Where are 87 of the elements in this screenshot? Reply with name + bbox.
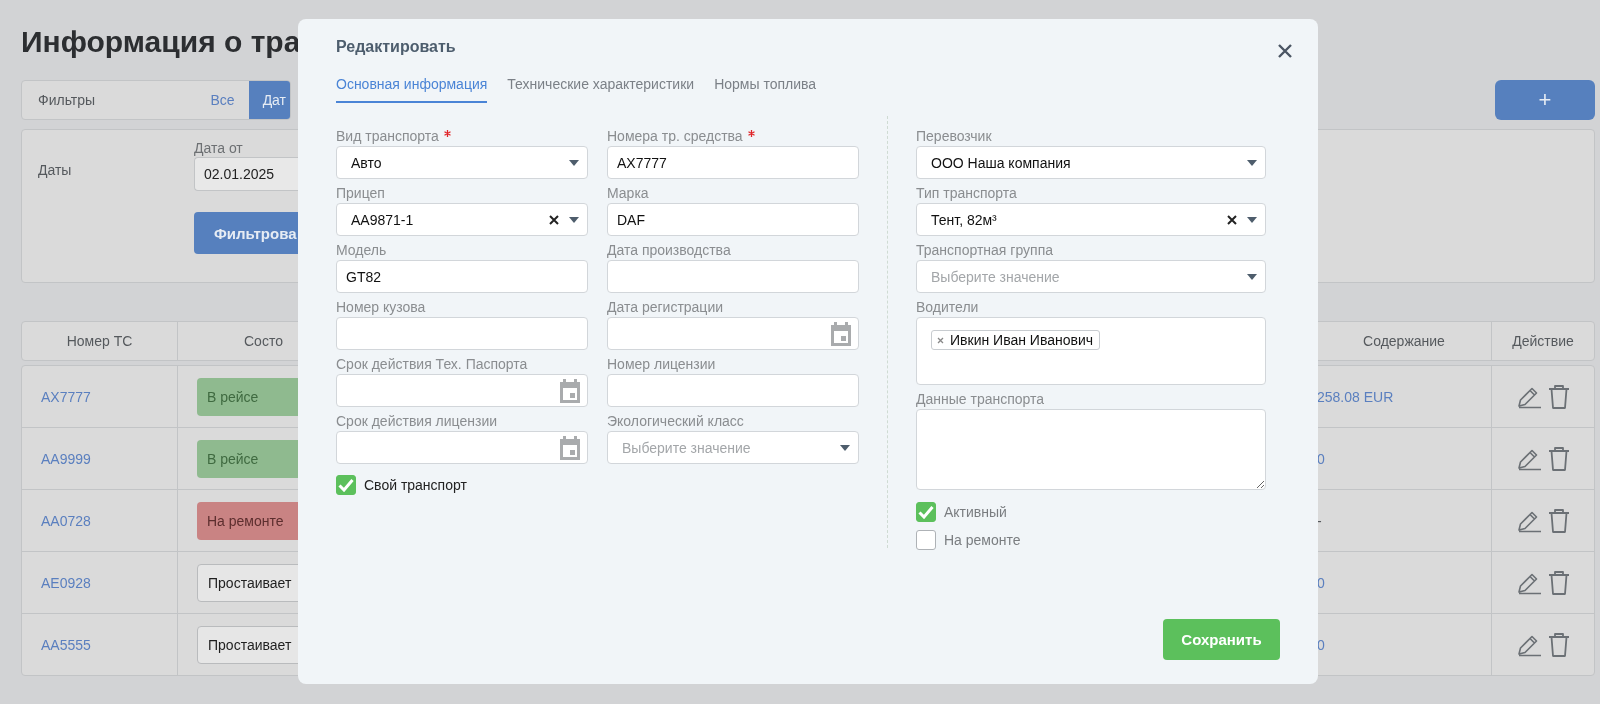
- calendar-icon[interactable]: [559, 378, 581, 403]
- field-label: Транспортная группа: [916, 241, 1054, 260]
- field-label: Экологический класс: [607, 412, 745, 431]
- column-header: Действие: [1511, 332, 1575, 351]
- checkbox[interactable]: [336, 475, 356, 495]
- clear-icon[interactable]: [549, 214, 559, 225]
- select-field[interactable]: Тент, 82м³: [916, 203, 1266, 236]
- trash-icon[interactable]: [1548, 507, 1570, 534]
- field-label: Срок действия лицензии: [336, 412, 499, 431]
- remove-icon[interactable]: [937, 336, 944, 344]
- select-field[interactable]: AA9871-1: [336, 203, 588, 236]
- clear-icon[interactable]: [1227, 214, 1237, 225]
- required-icon: [443, 130, 451, 137]
- field-label: Данные транспорта: [916, 390, 1046, 409]
- text-field[interactable]: [336, 317, 588, 350]
- field-label: Прицеп: [336, 184, 386, 203]
- field-label: Номер кузова: [336, 298, 427, 317]
- field-label: Дата производства: [607, 241, 732, 260]
- field-label: Марка: [607, 184, 650, 203]
- select-field[interactable]: ООО Наша компания: [916, 146, 1266, 179]
- caret-icon: [840, 444, 850, 451]
- checkbox-label: Свой транспорт: [364, 477, 467, 493]
- caret-icon: [569, 216, 579, 223]
- checkbox-label: Активный: [944, 504, 1007, 520]
- caret-icon: [569, 159, 579, 166]
- filter-label: Фильтры: [37, 92, 97, 108]
- required-icon: [747, 130, 755, 137]
- tags-field[interactable]: Ивкин Иван Иванович: [916, 317, 1266, 385]
- vehicle-number-link[interactable]: AA0728: [41, 512, 91, 529]
- calendar-icon[interactable]: [559, 435, 581, 460]
- column-header: Номер ТС: [22, 322, 178, 360]
- trash-icon[interactable]: [1548, 569, 1570, 596]
- checkbox[interactable]: [916, 530, 936, 550]
- vehicle-number-link[interactable]: AX7777: [41, 388, 91, 405]
- vehicle-number-link[interactable]: AA9999: [41, 450, 91, 467]
- date-field[interactable]: [336, 374, 588, 407]
- content-value[interactable]: -: [1317, 512, 1322, 529]
- checkmark-icon: [918, 505, 934, 519]
- field-label: Модель: [336, 241, 388, 260]
- filter-tab[interactable]: Все: [196, 81, 249, 119]
- date-field[interactable]: 02.01.2025: [194, 157, 298, 192]
- filter-button[interactable]: Фильтрова: [194, 212, 298, 254]
- textarea-field[interactable]: [916, 409, 1266, 490]
- tab[interactable]: Нормы топлива: [714, 75, 817, 103]
- dates-label: Даты: [38, 162, 73, 180]
- content-value[interactable]: 0: [1317, 636, 1325, 653]
- select-field[interactable]: Авто: [336, 146, 588, 179]
- page-title: Информация о тра: [21, 24, 301, 60]
- tag-text: Ивкин Иван Иванович: [950, 332, 1093, 348]
- vehicle-number-link[interactable]: AE0928: [41, 574, 91, 591]
- tab[interactable]: Технические характеристики: [507, 75, 695, 103]
- select-field[interactable]: Выберите значение: [607, 431, 859, 464]
- field-label: Водители: [916, 298, 980, 317]
- field-label: Дата регистрации: [607, 298, 725, 317]
- checkbox[interactable]: [916, 502, 936, 522]
- save-button[interactable]: Сохранить: [1163, 619, 1280, 660]
- content-value[interactable]: 0: [1317, 450, 1325, 467]
- calendar-icon[interactable]: [830, 321, 852, 346]
- vehicle-number-link[interactable]: AA5555: [41, 636, 91, 653]
- trash-icon[interactable]: [1548, 445, 1570, 472]
- filter-tab[interactable]: Дат: [248, 81, 290, 119]
- field-label: Вид транспорта: [336, 126, 588, 146]
- text-field[interactable]: AX7777: [607, 146, 859, 179]
- field-label: Перевозчик: [916, 127, 993, 146]
- trash-icon[interactable]: [1548, 631, 1570, 658]
- close-icon[interactable]: [1278, 44, 1292, 58]
- checkmark-icon: [338, 478, 354, 492]
- date-from-label: Дата от: [194, 140, 243, 158]
- text-field[interactable]: GT82: [336, 260, 588, 293]
- checkbox-label: На ремонте: [944, 532, 1021, 548]
- text-field[interactable]: DAF: [607, 203, 859, 236]
- text-field[interactable]: [607, 260, 859, 293]
- content-value[interactable]: 258.08 EUR: [1317, 388, 1394, 405]
- select-field[interactable]: Выберите значение: [916, 260, 1266, 293]
- caret-icon: [1247, 159, 1257, 166]
- field-label: Тип транспорта: [916, 184, 1018, 203]
- dialog-title: Редактировать: [336, 38, 456, 56]
- tab[interactable]: Основная информация: [336, 75, 488, 103]
- caret-icon: [1247, 216, 1257, 223]
- date-field[interactable]: [607, 317, 859, 350]
- field-label: Номера тр. средства: [607, 126, 859, 146]
- text-field[interactable]: [607, 374, 859, 407]
- date-field[interactable]: [336, 431, 588, 464]
- content-value[interactable]: 0: [1317, 574, 1325, 591]
- trash-icon[interactable]: [1548, 383, 1570, 410]
- caret-icon: [1247, 273, 1257, 280]
- add-button[interactable]: +: [1495, 80, 1595, 120]
